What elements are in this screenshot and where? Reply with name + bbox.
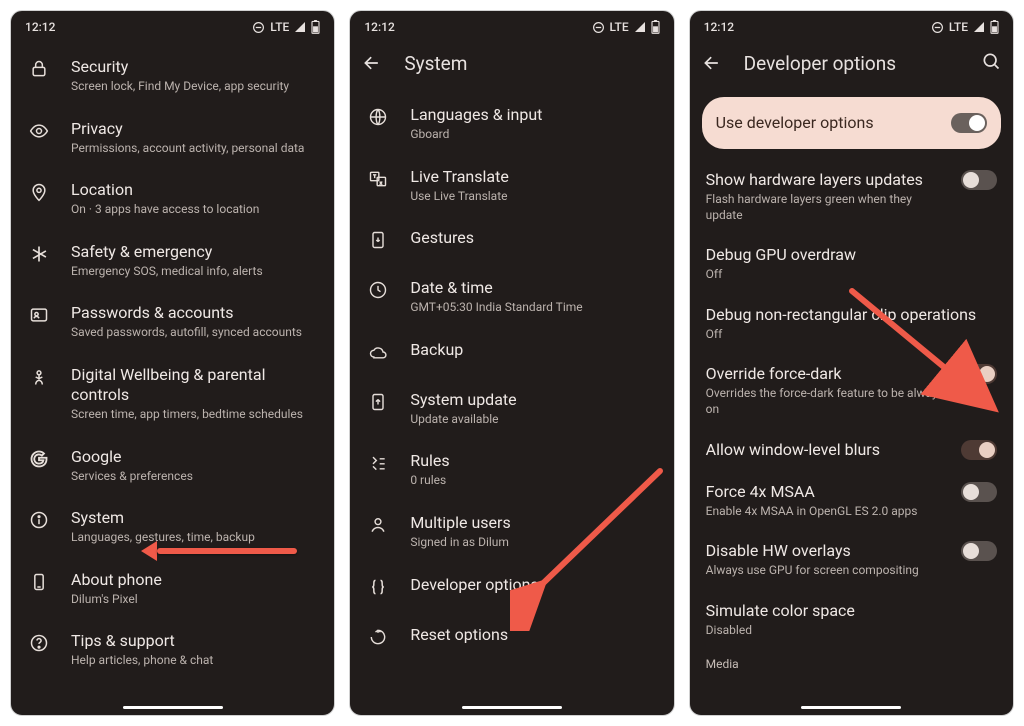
- network-label: LTE: [270, 20, 289, 34]
- toggle-force-msaa[interactable]: [961, 482, 997, 502]
- dev-item-disable-hw-overlays[interactable]: Disable HW overlaysAlways use GPU for sc…: [690, 530, 1013, 590]
- status-time: 12:12: [25, 20, 55, 34]
- system-item-live-translate[interactable]: Live TranslateUse Live Translate: [350, 155, 673, 217]
- cloud-icon: [368, 342, 388, 366]
- system-screen: 12:12 LTE System Languages & inputGboard…: [349, 10, 674, 716]
- reset-icon: [368, 627, 388, 651]
- navigation-pill[interactable]: [801, 706, 901, 709]
- use-developer-options-row[interactable]: Use developer options: [702, 97, 1001, 149]
- phone-icon: [29, 572, 49, 596]
- settings-item-tips[interactable]: Tips & supportHelp articles, phone & cha…: [11, 619, 334, 681]
- settings-item-passwords[interactable]: Passwords & accountsSaved passwords, aut…: [11, 291, 334, 353]
- app-bar-title: System: [404, 52, 467, 75]
- rules-icon: [368, 453, 388, 477]
- braces-icon: [368, 577, 388, 601]
- settings-item-wellbeing[interactable]: Digital Wellbeing & parental controlsScr…: [11, 353, 334, 435]
- app-bar: Developer options: [690, 39, 1013, 87]
- dev-item-simulate-color[interactable]: Simulate color spaceDisabled: [690, 590, 1013, 650]
- section-media: Media: [690, 649, 1013, 671]
- dev-item-override-force-dark[interactable]: Override force-darkOverrides the force-d…: [690, 353, 1013, 428]
- asterisk-icon: [29, 244, 49, 268]
- item-title: Security: [71, 57, 318, 77]
- clock-icon: [368, 280, 388, 304]
- pill-title: Use developer options: [716, 113, 874, 133]
- system-item-rules[interactable]: Rules0 rules: [350, 439, 673, 501]
- toggle-hardware-layers[interactable]: [961, 170, 997, 190]
- use-developer-options-toggle[interactable]: [951, 113, 987, 133]
- update-icon: [368, 392, 388, 416]
- lock-icon: [29, 59, 49, 83]
- toggle-override-force-dark[interactable]: [961, 364, 997, 384]
- battery-icon: [990, 20, 999, 34]
- system-item-developer-options[interactable]: Developer options: [350, 563, 673, 613]
- back-button[interactable]: [362, 53, 382, 73]
- dev-item-clip-operations[interactable]: Debug non-rectangular clip operationsOff: [690, 294, 1013, 354]
- do-not-disturb-icon: [592, 21, 605, 34]
- user-icon: [368, 515, 388, 539]
- system-item-users[interactable]: Multiple usersSigned in as Dilum: [350, 501, 673, 563]
- app-bar-title: Developer options: [744, 52, 896, 75]
- signal-icon: [634, 21, 646, 33]
- eye-icon: [29, 121, 49, 145]
- system-list[interactable]: Languages & inputGboard Live TranslateUs…: [350, 87, 673, 715]
- id-icon: [29, 305, 49, 329]
- help-icon: [29, 633, 49, 657]
- signal-icon: [294, 21, 306, 33]
- google-icon: [29, 449, 49, 473]
- wellbeing-icon: [29, 367, 49, 391]
- dev-item-gpu-overdraw[interactable]: Debug GPU overdrawOff: [690, 234, 1013, 294]
- status-bar: 12:12 LTE: [690, 11, 1013, 39]
- battery-icon: [311, 20, 320, 34]
- app-bar: System: [350, 39, 673, 87]
- settings-item-system[interactable]: SystemLanguages, gestures, time, backup: [11, 496, 334, 558]
- translate-icon: [368, 169, 388, 193]
- system-item-backup[interactable]: Backup: [350, 328, 673, 378]
- item-subtitle: Screen lock, Find My Device, app securit…: [71, 79, 318, 95]
- settings-item-location[interactable]: LocationOn · 3 apps have access to locat…: [11, 168, 334, 230]
- settings-screen: 12:12 LTE Security Screen lock, Find My D…: [10, 10, 335, 716]
- back-button[interactable]: [702, 53, 722, 73]
- toggle-disable-hw-overlays[interactable]: [961, 541, 997, 561]
- developer-options-screen: 12:12 LTE Developer options Use develope…: [689, 10, 1014, 716]
- status-bar: 12:12 LTE: [350, 11, 673, 39]
- battery-icon: [651, 20, 660, 34]
- gesture-icon: [368, 230, 388, 254]
- settings-item-privacy[interactable]: PrivacyPermissions, account activity, pe…: [11, 107, 334, 169]
- toggle-window-blurs[interactable]: [961, 440, 997, 460]
- signal-icon: [973, 21, 985, 33]
- settings-item-security[interactable]: Security Screen lock, Find My Device, app…: [11, 45, 334, 107]
- system-item-reset[interactable]: Reset options: [350, 613, 673, 663]
- system-item-languages[interactable]: Languages & inputGboard: [350, 93, 673, 155]
- status-time: 12:12: [704, 20, 734, 34]
- dev-item-force-msaa[interactable]: Force 4x MSAAEnable 4x MSAA in OpenGL ES…: [690, 471, 1013, 531]
- settings-item-safety[interactable]: Safety & emergencyEmergency SOS, medical…: [11, 230, 334, 292]
- globe-icon: [368, 107, 388, 131]
- status-bar: 12:12 LTE: [11, 11, 334, 39]
- dev-item-window-blurs[interactable]: Allow window-level blurs: [690, 429, 1013, 471]
- settings-item-about-phone[interactable]: About phoneDilum's Pixel: [11, 558, 334, 620]
- network-label: LTE: [949, 20, 968, 34]
- pin-icon: [29, 182, 49, 206]
- dev-item-hardware-layers[interactable]: Show hardware layers updatesFlash hardwa…: [690, 159, 1013, 234]
- settings-item-google[interactable]: GoogleServices & preferences: [11, 435, 334, 497]
- system-item-update[interactable]: System updateUpdate available: [350, 378, 673, 440]
- do-not-disturb-icon: [931, 21, 944, 34]
- navigation-pill[interactable]: [123, 706, 223, 709]
- network-label: LTE: [610, 20, 629, 34]
- system-item-gestures[interactable]: Gestures: [350, 216, 673, 266]
- system-item-datetime[interactable]: Date & timeGMT+05:30 India Standard Time: [350, 266, 673, 328]
- dev-options-list[interactable]: Show hardware layers updatesFlash hardwa…: [690, 157, 1013, 715]
- search-button[interactable]: [981, 51, 1001, 76]
- navigation-pill[interactable]: [462, 706, 562, 709]
- do-not-disturb-icon: [252, 21, 265, 34]
- info-icon: [29, 510, 49, 534]
- settings-list[interactable]: Security Screen lock, Find My Device, app…: [11, 39, 334, 715]
- status-time: 12:12: [364, 20, 394, 34]
